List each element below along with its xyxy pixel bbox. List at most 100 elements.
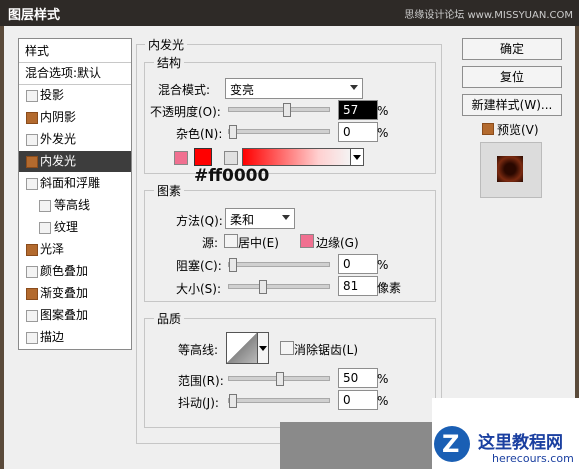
style-checkbox[interactable] [26,112,38,124]
contour-preview[interactable] [226,332,258,364]
method-label: 方法(Q): [176,214,223,228]
reset-button[interactable]: 复位 [462,66,562,88]
styles-header[interactable]: 样式 [19,41,131,63]
style-item[interactable]: 描边 [19,327,131,348]
jitter-slider[interactable] [228,394,330,408]
contour-label: 等高线: [178,343,219,357]
jitter-slider-thumb[interactable] [229,394,237,408]
range-input[interactable]: 50 [338,368,378,388]
style-item[interactable]: 颜色叠加 [19,261,131,282]
color-radio[interactable] [174,151,188,165]
style-item-label: 渐变叠加 [40,286,89,300]
logo-name: 这里教程网 [478,433,563,453]
style-item[interactable]: 渐变叠加 [19,283,131,304]
blend-mode-select[interactable]: 变亮 [225,78,363,99]
range-slider-thumb[interactable] [276,372,284,386]
style-checkbox[interactable] [26,266,38,278]
logo-glyph: Z [442,430,460,458]
new-style-button[interactable]: 新建样式(W)... [462,94,562,116]
antialias-label: 消除锯齿(L) [294,343,359,357]
style-checkbox[interactable] [26,90,38,102]
preview-label: 预览(V) [497,123,539,137]
range-slider[interactable] [228,372,330,386]
style-item-label: 颜色叠加 [40,264,89,278]
style-item-label: 斜面和浮雕 [40,176,101,190]
style-item[interactable]: 光泽 [19,239,131,260]
chevron-down-icon [353,155,361,160]
size-slider-thumb[interactable] [259,280,267,294]
style-item[interactable]: 外发光 [19,129,131,150]
style-checkbox[interactable] [26,178,38,190]
choke-label: 阻塞(C): [176,259,222,273]
method-select[interactable]: 柔和 [225,208,295,229]
style-checkbox[interactable] [26,310,38,322]
style-item-label: 描边 [40,330,65,344]
style-item[interactable]: 内阴影 [19,107,131,128]
style-item[interactable]: 纹理 [19,217,131,238]
gradient-preview[interactable] [242,148,352,166]
noise-slider[interactable] [228,125,330,139]
contour-dropdown[interactable] [257,332,269,364]
ok-button[interactable]: 确定 [462,38,562,60]
opacity-percent: % [377,104,389,118]
preview-thumbnail [497,156,523,182]
source-label: 源: [202,236,219,250]
style-item-label: 等高线 [54,198,91,212]
noise-label: 杂色(N): [176,127,223,141]
glow-color-swatch[interactable] [194,148,212,166]
style-checkbox[interactable] [39,200,51,212]
style-checkbox[interactable] [26,288,38,300]
style-item[interactable]: 内发光 [19,151,131,172]
antialias-checkbox[interactable] [280,341,294,355]
size-slider[interactable] [228,280,330,294]
choke-input[interactable]: 0 [338,254,378,274]
blending-options-item[interactable]: 混合选项:默认 [19,63,131,85]
style-item[interactable]: 图案叠加 [19,305,131,326]
style-checkbox[interactable] [26,134,38,146]
style-item[interactable]: 投影 [19,85,131,106]
size-label: 大小(S): [176,282,222,296]
gradient-radio[interactable] [224,151,238,165]
noise-percent: % [377,126,389,140]
center-label: 居中(E) [238,236,279,250]
opacity-slider[interactable] [228,103,330,117]
preview-checkbox[interactable] [482,123,494,135]
style-item[interactable]: 斜面和浮雕 [19,173,131,194]
style-checkbox[interactable] [26,332,38,344]
blend-mode-value: 变亮 [230,83,255,97]
window-title: 图层样式 [8,8,61,23]
opacity-slider-thumb[interactable] [283,103,291,117]
gradient-dropdown[interactable] [350,148,364,166]
jitter-label: 抖动(J): [178,396,219,410]
chevron-down-icon [259,346,267,351]
style-item-label: 投影 [40,88,65,102]
opacity-input[interactable]: 57 [338,100,378,120]
style-item-label: 光泽 [40,242,65,256]
edge-label: 边缘(G) [316,236,359,250]
chevron-down-icon [282,215,290,220]
panel-title: 内发光 [145,36,188,53]
jitter-percent: % [377,394,389,408]
grey-block [280,422,432,469]
blending-options-label: 混合选项:默认 [25,66,102,80]
jitter-input[interactable]: 0 [338,390,378,410]
center-radio[interactable] [224,234,238,248]
style-item-label: 图案叠加 [40,308,89,322]
edge-radio[interactable] [300,234,314,248]
opacity-label: 不透明度(O): [150,105,221,119]
style-item-label: 外发光 [40,132,77,146]
blend-mode-label: 混合模式: [158,83,211,97]
noise-input[interactable]: 0 [338,122,378,142]
style-checkbox[interactable] [39,222,51,234]
noise-slider-thumb[interactable] [229,125,237,139]
choke-slider[interactable] [228,258,330,272]
range-label: 范围(R): [178,374,224,388]
title-bar: 图层样式 思缘设计论坛 www.MISSYUAN.COM [0,0,579,26]
preview-box [480,142,542,198]
size-input[interactable]: 81 [338,276,378,296]
logo-icon: Z [434,426,470,462]
style-item[interactable]: 等高线 [19,195,131,216]
style-checkbox[interactable] [26,244,38,256]
choke-slider-thumb[interactable] [229,258,237,272]
style-checkbox[interactable] [26,156,38,168]
